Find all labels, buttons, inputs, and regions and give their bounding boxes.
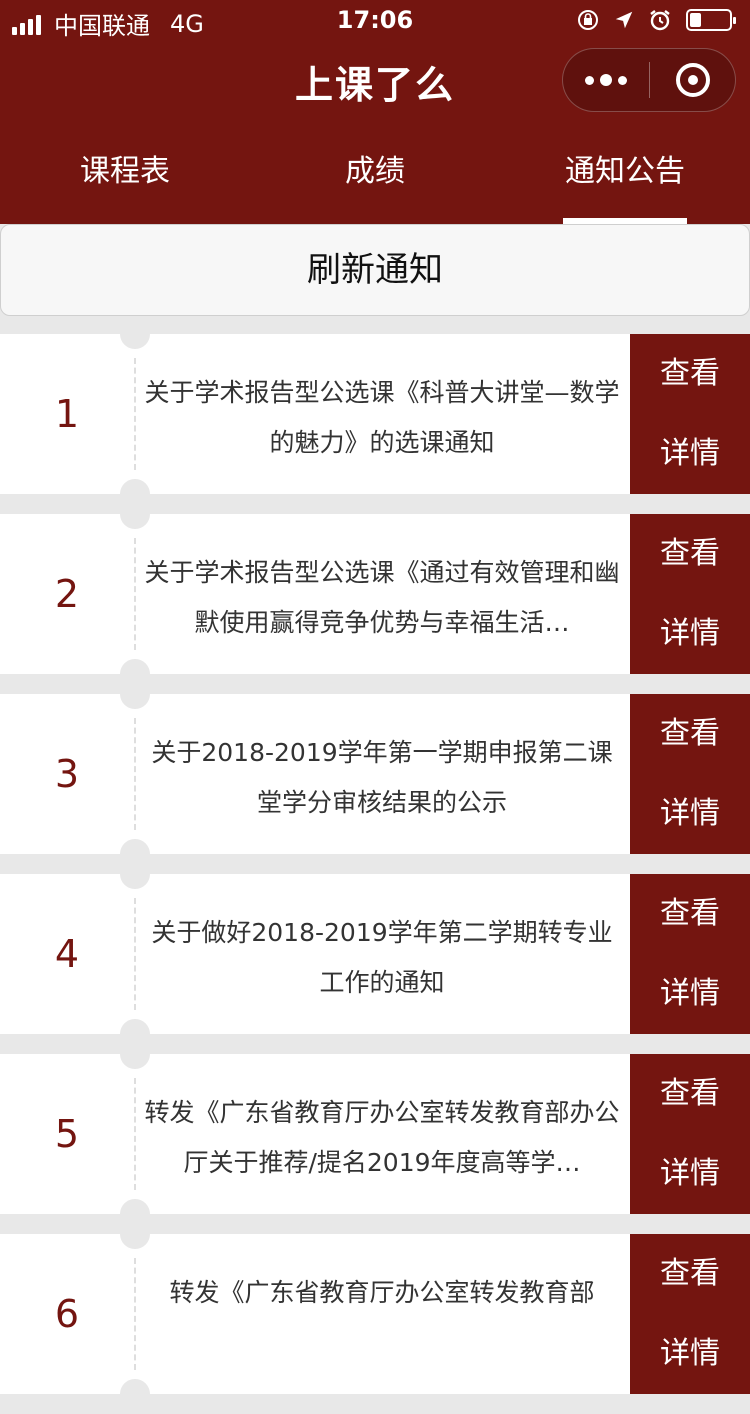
notice-number: 1 xyxy=(54,392,80,436)
notice-card: 4 关于做好2018-2019学年第二学期转专业工作的通知 查看 详情 xyxy=(0,859,750,1049)
view-detail-button[interactable]: 查看 详情 xyxy=(630,1054,750,1214)
notice-title[interactable]: 关于2018-2019学年第一学期申报第二课堂学分审核结果的公示 xyxy=(142,728,622,828)
notice-number: 3 xyxy=(54,752,80,796)
tab-grades[interactable]: 成绩 xyxy=(250,140,500,224)
tab-bar: 课程表 成绩 通知公告 xyxy=(0,140,750,224)
notice-card: 2 关于学术报告型公选课《通过有效管理和幽默使用赢得竞争优势与幸福生活… 查看详… xyxy=(0,499,750,689)
notice-title[interactable]: 关于学术报告型公选课《科普大讲堂—数学的魅力》的选课通知 xyxy=(142,368,622,468)
notice-title[interactable]: 转发《广东省教育厅办公室转发教育部 xyxy=(142,1268,622,1368)
notice-card: 5 转发《广东省教育厅办公室转发教育部办公厅关于推荐/提名2019年度高等学… … xyxy=(0,1039,750,1229)
alarm-icon xyxy=(648,8,672,32)
target-circle-icon[interactable] xyxy=(650,48,735,112)
view-detail-button[interactable]: 查看 详情 xyxy=(630,874,750,1034)
tab-notices[interactable]: 通知公告 xyxy=(500,140,750,224)
battery-icon xyxy=(686,9,736,31)
notice-card: 1 关于学术报告型公选课《科普大讲堂—数学的魅力》的选课通知 查看 详情 xyxy=(0,319,750,509)
notice-title[interactable]: 关于学术报告型公选课《通过有效管理和幽默使用赢得竞争优势与幸福生活… xyxy=(142,548,622,648)
notice-title[interactable]: 关于做好2018-2019学年第二学期转专业工作的通知 xyxy=(142,908,622,1008)
view-detail-button[interactable]: 查看 详情 xyxy=(630,334,750,494)
view-detail-button[interactable]: 查看 详情 xyxy=(630,694,750,854)
more-dots-icon[interactable] xyxy=(563,48,649,112)
notice-number: 2 xyxy=(54,572,80,616)
notice-number: 5 xyxy=(54,1112,80,1156)
app-header: 中国联通 4G 17:06 上课了么 课程表 成绩 通知公告 xyxy=(0,0,750,224)
tab-schedule[interactable]: 课程表 xyxy=(0,140,250,224)
status-bar: 中国联通 4G 17:06 xyxy=(0,0,750,40)
notice-card: 3 关于2018-2019学年第一学期申报第二课堂学分审核结果的公示 查看 详情 xyxy=(0,679,750,869)
location-icon xyxy=(612,8,636,32)
notice-number: 4 xyxy=(54,932,80,976)
mini-program-capsule xyxy=(562,48,736,112)
notice-title[interactable]: 转发《广东省教育厅办公室转发教育部办公厅关于推荐/提名2019年度高等学… xyxy=(142,1088,622,1188)
notice-list: 1 关于学术报告型公选课《科普大讲堂—数学的魅力》的选课通知 查看 详情 2 关于… xyxy=(0,319,750,1414)
notice-card: 6 转发《广东省教育厅办公室转发教育部 查看 详情 xyxy=(0,1219,750,1409)
notice-number: 6 xyxy=(54,1292,80,1336)
orientation-lock-icon xyxy=(576,8,600,32)
view-detail-button[interactable]: 查看 详情 xyxy=(630,514,750,674)
refresh-notices-button[interactable]: 刷新通知 xyxy=(0,224,750,316)
view-detail-button[interactable]: 查看 详情 xyxy=(630,1234,750,1394)
